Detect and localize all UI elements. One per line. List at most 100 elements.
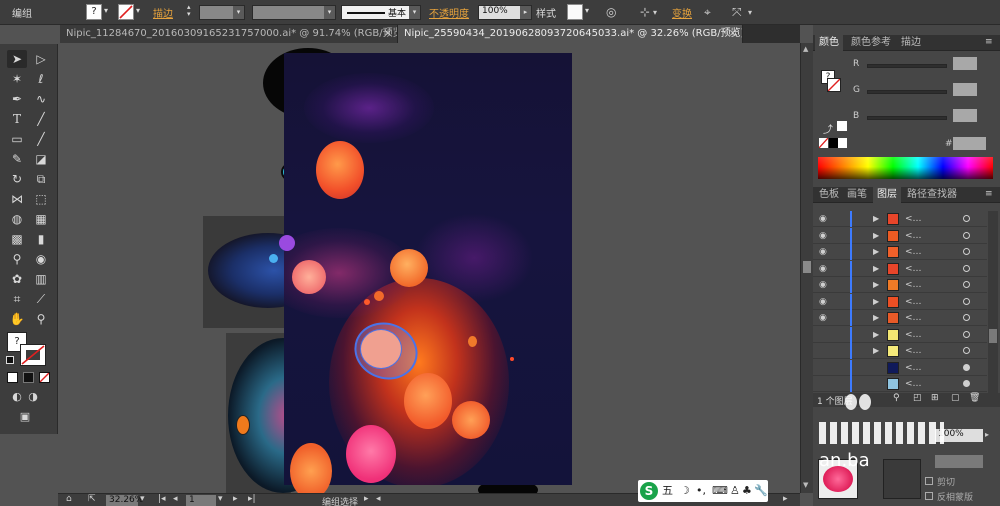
layer-name[interactable]: <…: [905, 376, 922, 392]
layers-scroll-thumb[interactable]: [989, 329, 997, 343]
layer-row[interactable]: ◉ ▶ <…: [813, 293, 987, 310]
visibility-eye-icon[interactable]: ◉: [819, 310, 827, 326]
free-transform-tool-icon[interactable]: ⬚: [31, 190, 51, 208]
white-swatch[interactable]: [838, 138, 847, 148]
layer-row[interactable]: ◉ ▶ <…: [813, 310, 987, 326]
symbol-sprayer-tool-icon[interactable]: ✿: [7, 270, 27, 288]
green-value-field[interactable]: [953, 83, 977, 96]
layer-name[interactable]: <…: [905, 327, 922, 343]
rectangle-tool-icon[interactable]: ▭: [7, 130, 27, 148]
default-fill-stroke-icon[interactable]: [6, 356, 14, 364]
panel-menu-icon[interactable]: ≡: [985, 37, 993, 47]
layer-name[interactable]: <…: [905, 261, 922, 277]
user-icon[interactable]: ♙: [730, 483, 740, 499]
color-spectrum[interactable]: [818, 157, 993, 179]
layers-scrollbar[interactable]: [988, 211, 998, 393]
artboard-nav-icon[interactable]: ⌂: [66, 494, 72, 504]
keyboard-icon[interactable]: ⌨: [712, 483, 728, 499]
tab-pathfinder[interactable]: 路径查找器: [903, 187, 961, 203]
arrange-icon[interactable]: ⤧: [732, 5, 742, 19]
stroke-dropdown-arrow[interactable]: ▾: [136, 6, 140, 15]
layer-name[interactable]: <…: [905, 343, 922, 359]
page-dropdown-icon[interactable]: ▾: [218, 494, 223, 504]
pen-tool-icon[interactable]: ✒: [7, 90, 27, 108]
curvature-tool-icon[interactable]: ∿: [31, 90, 51, 108]
expand-triangle-icon[interactable]: ▶: [873, 343, 879, 359]
layer-row[interactable]: ◉ ▶ <…: [813, 244, 987, 260]
layer-name[interactable]: <…: [905, 228, 922, 244]
type-tool-icon[interactable]: T: [7, 110, 27, 128]
brush-definition[interactable]: 基本 ▾: [341, 5, 421, 20]
lasso-tool-icon[interactable]: ℓ: [31, 70, 51, 88]
screen-mode-icon[interactable]: ▣: [15, 408, 35, 426]
expand-triangle-icon[interactable]: ▶: [873, 327, 879, 343]
layer-row[interactable]: ◉ ▶ <…: [813, 260, 987, 277]
panel-menu-icon[interactable]: ≡: [985, 189, 993, 199]
prev-page-icon[interactable]: ◂: [173, 494, 178, 504]
selection-tool-icon[interactable]: ➤: [7, 50, 27, 68]
expand-triangle-icon[interactable]: ▶: [873, 228, 879, 244]
out-of-gamut-icon[interactable]: ⤴: [823, 121, 833, 136]
transform-label[interactable]: 变换: [672, 5, 692, 20]
invert-mask-checkbox[interactable]: [925, 492, 933, 500]
opacity-label[interactable]: 不透明度: [429, 5, 469, 20]
perspective-grid-tool-icon[interactable]: ▦: [31, 210, 51, 228]
fill-swatch[interactable]: ?: [86, 4, 102, 20]
zoom-tool-icon[interactable]: ⚲: [31, 310, 51, 328]
gradient-tool-icon[interactable]: ▮: [31, 230, 51, 248]
stroke-label[interactable]: 描边: [153, 5, 173, 20]
shape-builder-tool-icon[interactable]: ◍: [7, 210, 27, 228]
hscroll-right-arrow[interactable]: ▸: [783, 494, 788, 504]
style-swatch[interactable]: [567, 4, 583, 20]
expand-triangle-icon[interactable]: ▶: [873, 310, 879, 326]
target-circle-icon[interactable]: [963, 347, 970, 354]
scroll-thumb[interactable]: [803, 261, 811, 273]
punctuation-icon[interactable]: •,: [696, 483, 706, 499]
tab-layers[interactable]: 图层: [873, 187, 901, 203]
scroll-down-arrow[interactable]: ▼: [803, 481, 808, 489]
fill-dropdown-arrow[interactable]: ▾: [104, 6, 108, 15]
target-circle-icon[interactable]: [963, 297, 970, 305]
vertical-scrollbar[interactable]: ▲ ▼: [800, 43, 813, 493]
target-circle-icon[interactable]: [963, 314, 970, 321]
stroke-box[interactable]: [20, 344, 46, 366]
visibility-eye-icon[interactable]: ◉: [819, 244, 827, 260]
stroke-swatch[interactable]: [118, 4, 134, 20]
pencil-tool-icon[interactable]: ✎: [7, 150, 27, 168]
last-page-icon[interactable]: ▸|: [248, 494, 256, 504]
hex-field[interactable]: [953, 137, 986, 150]
expand-triangle-icon[interactable]: ▶: [873, 244, 879, 260]
line-tool-icon[interactable]: ╱: [31, 110, 51, 128]
layer-name[interactable]: <…: [905, 211, 922, 227]
selected-inner-ellipse[interactable]: [360, 329, 402, 369]
transparency-opacity-arrow[interactable]: ▸: [985, 430, 989, 439]
layer-row[interactable]: ◉ ▶ <…: [813, 211, 987, 227]
blend-tool-icon[interactable]: ◉: [31, 250, 51, 268]
target-circle-icon[interactable]: [963, 363, 970, 371]
color-mode-icon[interactable]: [7, 372, 18, 383]
scroll-up-arrow[interactable]: ▲: [803, 45, 808, 53]
align-icon[interactable]: ⊹: [640, 5, 650, 19]
mesh-tool-icon[interactable]: ▩: [7, 230, 27, 248]
eraser-tool-icon[interactable]: ◪: [31, 150, 51, 168]
web-safe-swatch[interactable]: [837, 121, 847, 131]
visibility-eye-icon[interactable]: ◉: [819, 228, 827, 244]
target-circle-icon[interactable]: [963, 215, 970, 222]
none-mode-icon[interactable]: [39, 372, 50, 383]
hscroll-left-arrow[interactable]: ◂: [376, 494, 381, 504]
target-circle-icon[interactable]: [963, 264, 970, 272]
layer-name[interactable]: <…: [905, 294, 922, 310]
expand-triangle-icon[interactable]: ▶: [873, 277, 879, 293]
ime-mode[interactable]: 五: [662, 483, 673, 499]
first-page-icon[interactable]: |◂: [158, 494, 166, 504]
stroke-weight-stepper[interactable]: ▴ ▾: [187, 4, 197, 20]
target-circle-icon[interactable]: [963, 248, 970, 255]
scale-tool-icon[interactable]: ⧉: [31, 170, 51, 188]
direct-selection-tool-icon[interactable]: ▷: [31, 50, 51, 68]
blue-value-field[interactable]: [953, 109, 977, 122]
status-menu-icon[interactable]: ▸: [364, 494, 369, 504]
target-circle-icon[interactable]: [963, 380, 970, 387]
zoom-field[interactable]: 32.26%: [106, 495, 143, 506]
ime-logo[interactable]: S: [640, 482, 658, 500]
layer-name[interactable]: <…: [905, 360, 922, 376]
